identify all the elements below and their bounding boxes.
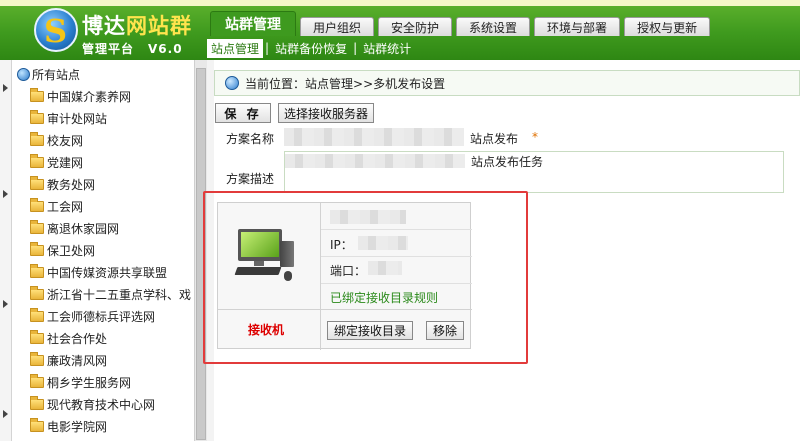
- tree-item-label: 审计处网站: [47, 111, 108, 126]
- tree-item[interactable]: 审计处网站: [30, 107, 191, 129]
- redacted-text: [285, 154, 465, 168]
- tree-item[interactable]: 现代教育技术中心网: [30, 393, 191, 415]
- brand-name-part2: 网站群: [126, 14, 192, 38]
- tree-item[interactable]: 校友网: [30, 129, 191, 151]
- folder-icon: [30, 329, 44, 344]
- tab-user-org[interactable]: 用户组织: [300, 17, 375, 36]
- tree-item-label: 电影学院网: [47, 419, 108, 434]
- header-top-strip: [0, 0, 800, 6]
- subnav-separator: |: [265, 41, 270, 55]
- tree-collapse-gutter: [0, 60, 12, 441]
- tree-item-label: 桐乡学生服务网: [47, 375, 132, 390]
- tree-item-label: 校友网: [47, 133, 84, 148]
- folder-icon: [30, 197, 44, 212]
- plan-name-field[interactable]: [284, 128, 484, 146]
- folder-icon: [30, 219, 44, 234]
- required-mark: *: [532, 130, 538, 144]
- top-nav: 站群管理 用户组织 安全防护 系统设置 环境与部署 授权与更新: [210, 11, 711, 36]
- breadcrumb-path: 站点管理>>多机发布设置: [305, 76, 446, 91]
- tree-item[interactable]: 浙江省十二五重点学科、戏: [30, 283, 191, 305]
- tree-item[interactable]: 党建网: [30, 151, 191, 173]
- tab-system-settings[interactable]: 系统设置: [456, 17, 531, 36]
- tree-item[interactable]: 电影学院网: [30, 415, 191, 437]
- subnav-site-management[interactable]: 站点管理: [207, 38, 264, 58]
- plan-name-label: 方案名称: [226, 132, 275, 146]
- breadcrumb-label: 当前位置：: [245, 76, 306, 91]
- tree-item-label: 社会合作处: [47, 331, 108, 346]
- location-globe-icon: [225, 76, 239, 90]
- plan-desc-textarea[interactable]: 站点发布任务: [284, 151, 784, 193]
- subnav-statistics[interactable]: 站群统计: [359, 39, 415, 58]
- folder-icon: [30, 175, 44, 190]
- tree-item-label: 党建网: [47, 155, 84, 170]
- folder-icon: [30, 285, 44, 300]
- tree-item[interactable]: 保卫处网: [30, 239, 191, 261]
- save-button[interactable]: 保 存: [215, 103, 271, 123]
- tree-item[interactable]: 社会合作处: [30, 327, 191, 349]
- brand-name-part1: 博达: [82, 14, 126, 38]
- tree-item-label: 工会师德标兵评选网: [47, 309, 156, 324]
- brand-subtitle-text: 管理平台: [82, 42, 135, 56]
- folder-icon: [30, 417, 44, 432]
- plan-form: 方案名称 站点发布 * 方案描述 站点发布任务: [214, 128, 800, 196]
- tree-item-label: 现代教育技术中心网: [47, 397, 156, 412]
- tree-item[interactable]: 教务处网: [30, 173, 191, 195]
- tree-item[interactable]: 廉政清风网: [30, 349, 191, 371]
- tree-item-label: 工会网: [47, 199, 84, 214]
- folder-icon: [30, 153, 44, 168]
- tab-environment[interactable]: 环境与部署: [534, 17, 621, 36]
- tab-license-update[interactable]: 授权与更新: [624, 17, 711, 36]
- plan-desc-label: 方案描述: [226, 172, 275, 186]
- tree-items: 中国媒介素养网 审计处网站 校友网 党建网 教务处网 工会网 离退休家园网 保卫…: [30, 85, 191, 437]
- plan-desc-suffix: 站点发布任务: [471, 155, 544, 169]
- brand-subtitle: 管理平台 V6.0: [82, 40, 183, 57]
- tab-security[interactable]: 安全防护: [378, 17, 453, 36]
- chevron-right-icon: [3, 84, 8, 92]
- highlight-box: [203, 191, 528, 364]
- tree-item-label: 教务处网: [47, 177, 96, 192]
- tree-item-label: 保卫处网: [47, 243, 96, 258]
- folder-icon: [30, 307, 44, 322]
- breadcrumb: 当前位置： 站点管理>>多机发布设置: [214, 70, 800, 96]
- globe-icon: [17, 68, 30, 81]
- tree-root-label: 所有站点: [32, 68, 81, 82]
- tree-item[interactable]: 中国传媒资源共享联盟: [30, 261, 191, 283]
- plan-name-suffix: 站点发布: [470, 132, 519, 146]
- folder-icon: [30, 87, 44, 102]
- tree-item[interactable]: 工会网: [30, 195, 191, 217]
- tree-item-label: 浙江省十二五重点学科、戏: [47, 287, 192, 302]
- folder-icon: [30, 131, 44, 146]
- subnav-separator: |: [353, 41, 358, 55]
- chevron-right-icon: [3, 410, 8, 418]
- folder-icon: [30, 373, 44, 388]
- folder-icon: [30, 351, 44, 366]
- folder-icon: [30, 263, 44, 278]
- tree-item[interactable]: 离退休家园网: [30, 217, 191, 239]
- brand-logo-icon: S: [34, 8, 78, 52]
- tree-item[interactable]: 中国媒介素养网: [30, 85, 191, 107]
- sub-nav: 站点管理 | 站群备份恢复 | 站群统计: [207, 38, 415, 58]
- tree-item[interactable]: 桐乡学生服务网: [30, 371, 191, 393]
- folder-icon: [30, 241, 44, 256]
- brand-version: V6.0: [148, 42, 183, 56]
- tree-root[interactable]: 所有站点: [17, 66, 80, 83]
- folder-icon: [30, 109, 44, 124]
- subnav-backup-restore[interactable]: 站群备份恢复: [271, 39, 351, 58]
- tree-item-label: 廉政清风网: [47, 353, 108, 368]
- chevron-right-icon: [3, 190, 8, 198]
- folder-icon: [30, 395, 44, 410]
- tab-site-group[interactable]: 站群管理: [210, 11, 296, 36]
- tree-item-label: 中国媒介素养网: [47, 89, 132, 104]
- brand-name: 博达网站群: [82, 10, 192, 40]
- tree-item-label: 离退休家园网: [47, 221, 120, 236]
- tree-item-label: 中国传媒资源共享联盟: [47, 265, 168, 280]
- tree-item[interactable]: 工会师德标兵评选网: [30, 305, 191, 327]
- redacted-text: [284, 128, 464, 146]
- chevron-right-icon: [3, 300, 8, 308]
- select-server-button[interactable]: 选择接收服务器: [278, 103, 374, 123]
